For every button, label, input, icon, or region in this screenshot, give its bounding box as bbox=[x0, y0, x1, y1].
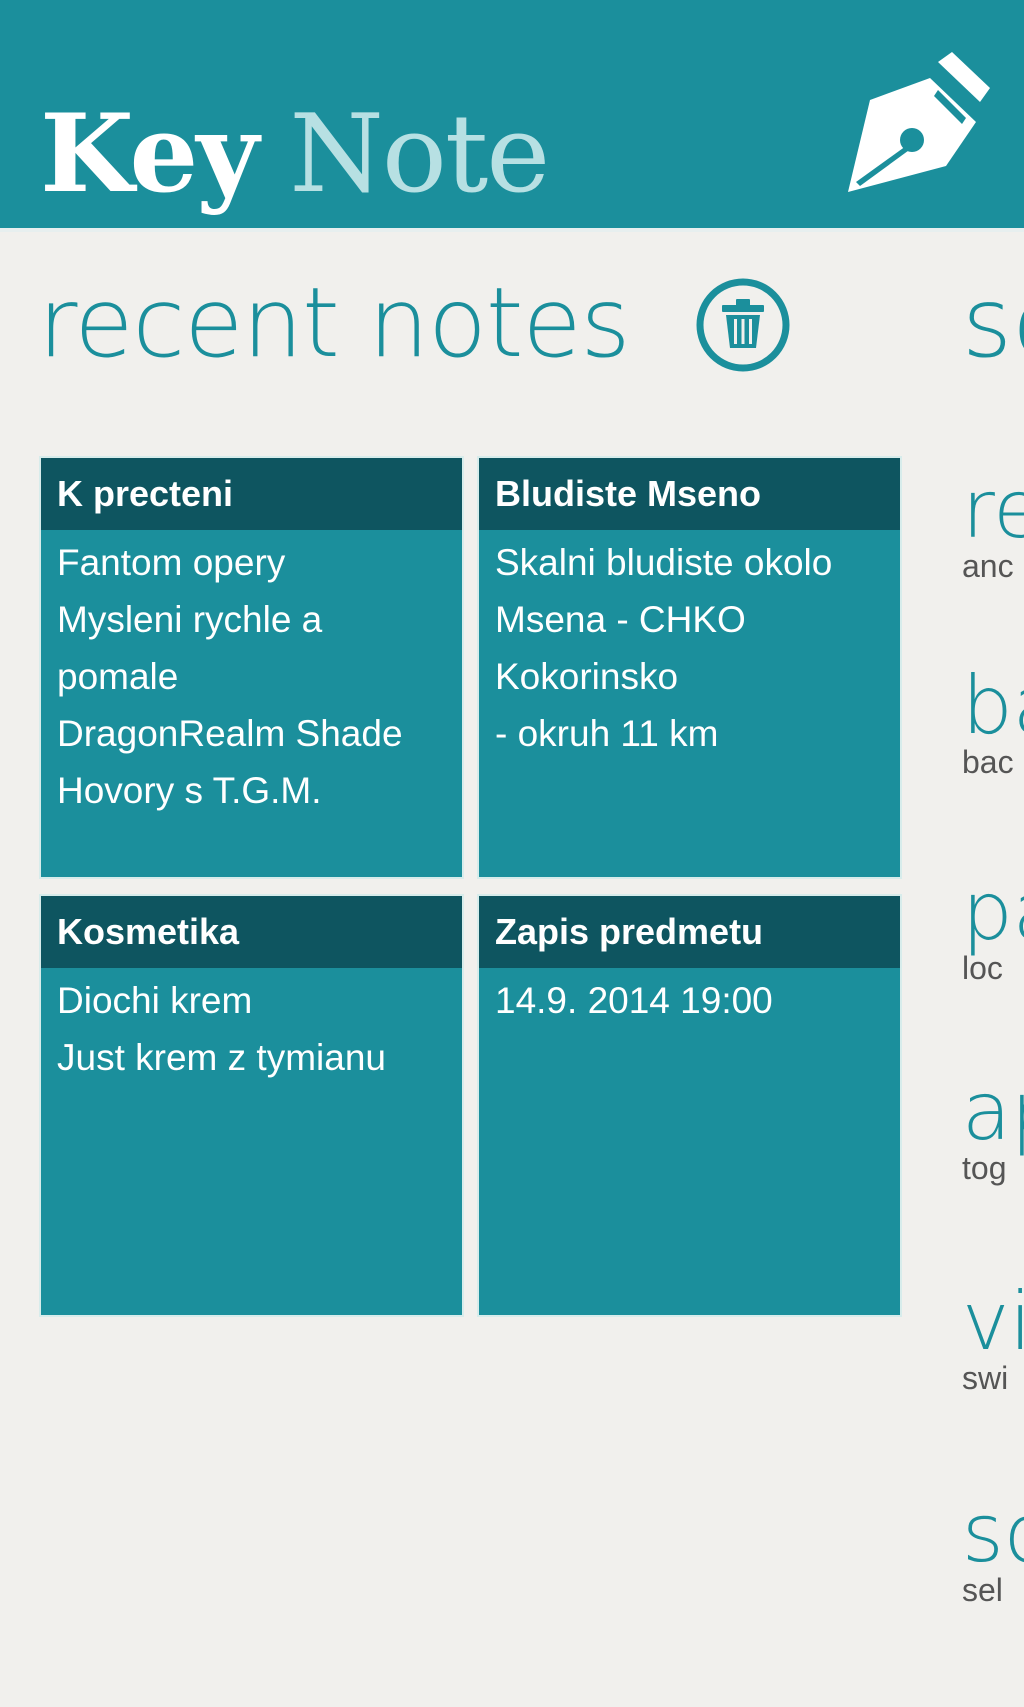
note-tile[interactable]: Bludiste Mseno Skalni bludiste okolo Mse… bbox=[477, 456, 902, 879]
note-title: Bludiste Mseno bbox=[479, 458, 900, 530]
settings-item-name: pa bbox=[962, 865, 1024, 958]
settings-item[interactable]: pa loc bbox=[962, 865, 1024, 987]
note-body: 14.9. 2014 19:00 bbox=[495, 980, 773, 1021]
settings-item[interactable]: so sel bbox=[962, 1487, 1024, 1609]
trash-icon[interactable] bbox=[694, 276, 792, 374]
note-tile[interactable]: K precteni Fantom opery Mysleni rychle a… bbox=[39, 456, 464, 879]
app-title: Key Note bbox=[40, 91, 550, 217]
note-title: Zapis predmetu bbox=[479, 896, 900, 968]
settings-item-name: ba bbox=[962, 659, 1024, 752]
settings-item[interactable]: vi swi bbox=[962, 1275, 1024, 1397]
note-tile[interactable]: Zapis predmetu 14.9. 2014 19:00 bbox=[477, 894, 902, 1317]
app-title-key: Key bbox=[40, 91, 259, 217]
fountain-pen-icon bbox=[848, 52, 990, 192]
recent-notes-title: recent notes bbox=[38, 267, 631, 379]
settings-item[interactable]: ap tog bbox=[962, 1065, 1024, 1187]
note-tile[interactable]: Kosmetika Diochi krem Just krem z tymian… bbox=[39, 894, 464, 1317]
settings-item[interactable]: re anc bbox=[962, 463, 1024, 585]
settings-title: se bbox=[962, 267, 1024, 379]
settings-item-name: vi bbox=[962, 1275, 1024, 1368]
note-body: Diochi krem Just krem z tymianu bbox=[57, 980, 386, 1078]
app-header: Key Note bbox=[0, 0, 1024, 232]
settings-item[interactable]: ba bac bbox=[962, 659, 1024, 781]
note-body: Fantom opery Mysleni rychle a pomale Dra… bbox=[57, 542, 403, 811]
settings-item-name: ap bbox=[962, 1065, 1024, 1158]
settings-item-name: re bbox=[962, 463, 1024, 556]
note-body: Skalni bludiste okolo Msena - CHKO Kokor… bbox=[495, 542, 833, 754]
app-title-note: Note bbox=[289, 92, 550, 217]
settings-item-name: so bbox=[962, 1487, 1024, 1580]
note-title: K precteni bbox=[41, 458, 462, 530]
note-title: Kosmetika bbox=[41, 896, 462, 968]
